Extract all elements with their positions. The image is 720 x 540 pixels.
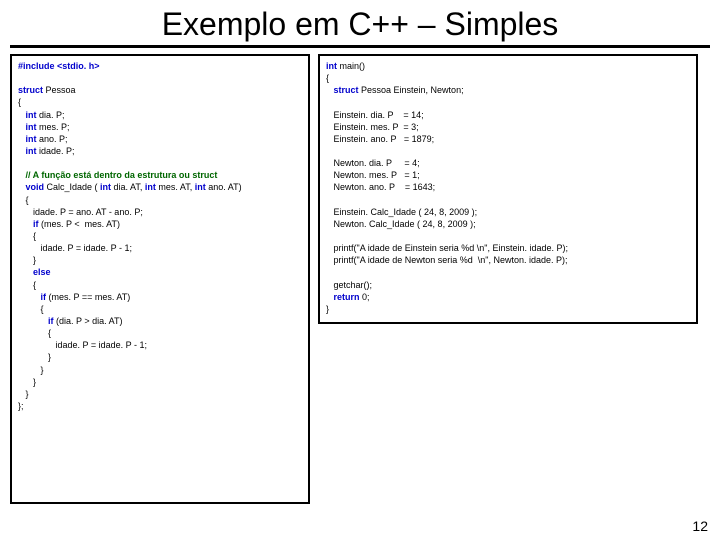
code-text: } [18,389,29,399]
code-text: #include <stdio. h> [18,61,100,71]
slide-title: Exemplo em C++ – Simples [0,0,720,45]
code-text: printf("A idade de Newton seria %d \n", … [326,255,568,265]
code-text: } [326,304,329,314]
code-text: int [18,110,37,120]
code-text: dia. P; [37,110,65,120]
code-text: int [18,146,37,156]
code-text: Calc_Idade ( [44,182,100,192]
page-number: 12 [692,518,708,534]
code-text: if [18,316,54,326]
code-left: #include <stdio. h> struct Pessoa { int … [10,54,310,504]
code-text: Pessoa Einstein, Newton; [359,85,464,95]
code-text: { [18,97,21,107]
title-underline [10,45,710,48]
code-text: int [18,134,37,144]
code-text: return [326,292,360,302]
content-columns: #include <stdio. h> struct Pessoa { int … [0,54,720,504]
code-text: ano. AT) [206,182,242,192]
code-comment: // A função está dentro da estrutura ou … [18,170,217,180]
code-text: } [18,365,44,375]
code-text: main() [337,61,365,71]
code-text: Newton. Calc_Idade ( 24, 8, 2009 ); [326,219,476,229]
code-text: Einstein. dia. P = 14; [326,110,424,120]
code-text: void [18,182,44,192]
code-text: printf("A idade de Einstein seria %d \n"… [326,243,568,253]
code-text: Einstein. mes. P = 3; [326,122,419,132]
code-text: } [18,255,36,265]
code-text: int [326,61,337,71]
code-right: int main() { struct Pessoa Einstein, New… [318,54,698,324]
code-text: struct [18,85,43,95]
code-text: Einstein. Calc_Idade ( 24, 8, 2009 ); [326,207,477,217]
code-text: int [195,182,206,192]
code-text: } [18,352,51,362]
code-text: }; [18,401,24,411]
code-text: Newton. mes. P = 1; [326,170,420,180]
code-text: } [18,377,36,387]
code-text: { [18,280,36,290]
code-text: Pessoa [43,85,76,95]
code-text: (dia. P > dia. AT) [54,316,123,326]
code-text: (mes. P == mes. AT) [46,292,130,302]
code-text: Einstein. ano. P = 1879; [326,134,434,144]
code-text: getchar(); [326,280,372,290]
code-text: int [145,182,156,192]
code-text: (mes. P < mes. AT) [39,219,120,229]
code-text: idade. P = idade. P - 1; [18,340,147,350]
code-text: struct [326,85,359,95]
code-text: ano. P; [37,134,68,144]
code-text: if [18,292,46,302]
code-text: int [100,182,111,192]
code-text: { [18,304,44,314]
code-text: mes. P; [37,122,70,132]
code-text: if [18,219,39,229]
code-text: { [18,231,36,241]
code-text: idade. P = idade. P - 1; [18,243,132,253]
code-text: Newton. dia. P = 4; [326,158,420,168]
code-text: { [326,73,329,83]
code-text: mes. AT, [156,182,195,192]
code-text: { [18,195,29,205]
code-text: idade. P; [37,146,75,156]
code-text: 0; [360,292,370,302]
code-text: else [18,267,51,277]
code-text: dia. AT, [111,182,145,192]
code-text: { [18,328,51,338]
code-text: int [18,122,37,132]
code-text: Newton. ano. P = 1643; [326,182,435,192]
code-text: idade. P = ano. AT - ano. P; [18,207,143,217]
